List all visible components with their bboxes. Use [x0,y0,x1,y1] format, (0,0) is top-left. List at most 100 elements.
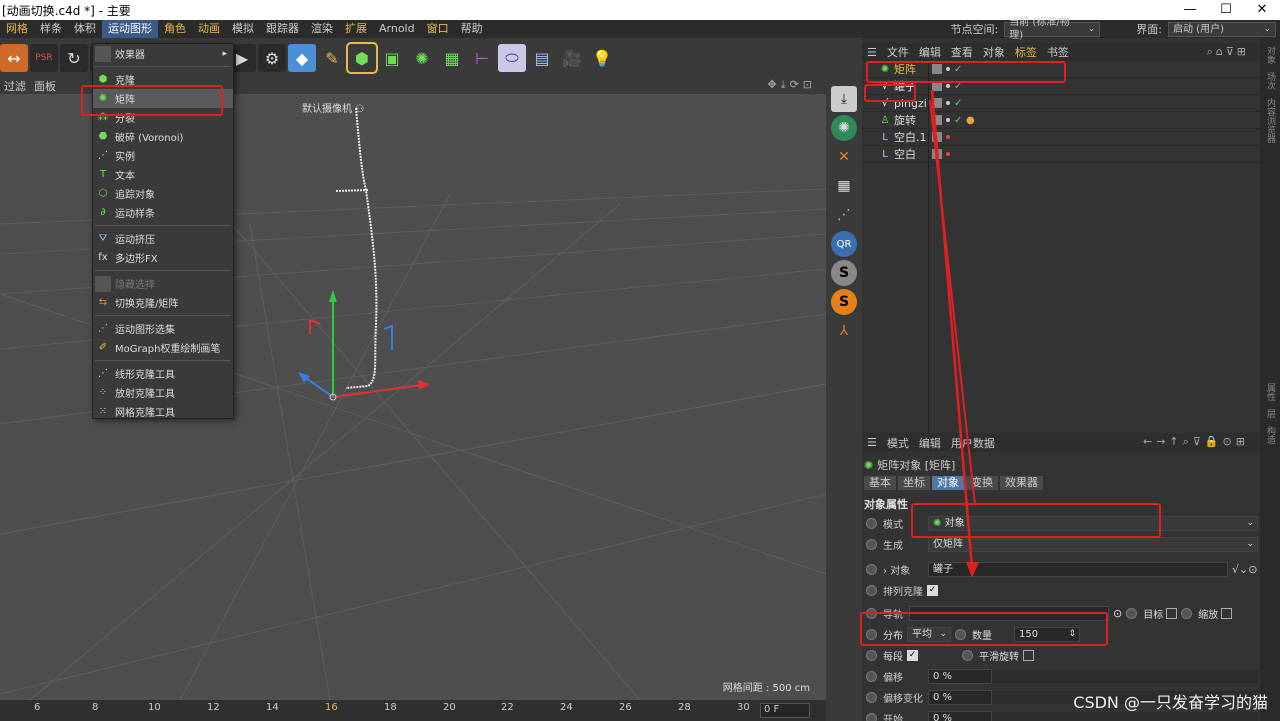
deformer-icon[interactable]: ⊢ [468,44,496,72]
menu-item-instance[interactable]: ⋰ 实例 [93,146,233,165]
tab-transform[interactable]: 变换 [966,476,998,490]
tab-coord[interactable]: 坐标 [898,476,930,490]
menu-item-voronoi[interactable]: ⬣ 破碎 (Voronoi) [93,127,233,146]
side-tab-takes[interactable]: 场次 [1264,72,1277,90]
side-tab-content[interactable]: 内容浏览器 [1264,98,1277,143]
menu-mesh[interactable]: 网格 [0,20,34,38]
cubes-icon[interactable]: ▦ [438,44,466,72]
scale-checkbox[interactable] [1221,608,1233,619]
view-panel-menu[interactable]: 面板 [30,78,60,94]
menu-render[interactable]: 渲染 [305,20,339,38]
snap-icon[interactable]: ⋰ [831,202,857,228]
object-link-field[interactable]: 罐子 [928,562,1228,577]
extrude-icon[interactable]: ▣ [378,44,406,72]
object-row-pingzi[interactable]: √ pingzi ✓ [862,95,1260,112]
anim-toggle[interactable] [866,564,877,575]
anim-toggle[interactable] [1126,608,1138,619]
anim-toggle[interactable] [866,692,877,703]
tab-basic[interactable]: 基本 [864,476,896,490]
segment-checkbox[interactable]: ✓ [907,650,918,661]
anim-toggle[interactable] [866,518,877,529]
download-icon[interactable]: ⤓ [831,86,857,112]
menu-item-radial-clone[interactable]: ⁘ 放射克隆工具 [93,383,233,402]
offvar-input[interactable]: 0 % [928,690,992,705]
current-frame-field[interactable]: 0 F [760,703,810,718]
offset-input[interactable]: 0 % [928,669,992,684]
cube-icon[interactable]: ◆ [288,44,316,72]
object-row-null1[interactable]: L 空白.1 [862,129,1260,146]
menu-extensions[interactable]: 扩展 [339,20,373,38]
pen-icon[interactable]: ✎ [318,44,346,72]
at-nav-icons[interactable]: ←→↑⌕⊽🔒⊙⊞ [1138,435,1254,449]
at-menu-userdata[interactable]: 用户数据 [946,435,1000,451]
anim-toggle[interactable] [866,650,877,661]
menu-item-mo-extrude[interactable]: ⛛ 运动挤压 [93,229,233,248]
node-space-dropdown[interactable]: 当前 (标准/物理) ⌄ [1004,17,1101,41]
menu-item-text[interactable]: T 文本 [93,165,233,184]
smooth-checkbox[interactable] [1023,650,1034,661]
timeline[interactable]: 6 8 10 12 14 16 18 20 22 24 26 28 30 0 F [0,700,826,721]
om-menu-object[interactable]: 对象 [978,44,1010,60]
om-menu-tags[interactable]: 标签 [1010,44,1042,60]
camera-icon[interactable]: 🎥 [558,44,586,72]
menu-item-linear-clone[interactable]: ⋰ 线形克隆工具 [93,364,233,383]
menu-item-effector[interactable]: 效果器 ▸ [93,44,233,63]
s-plugin-icon[interactable]: S [831,260,857,286]
floor-icon[interactable]: ▤ [528,44,556,72]
field-icon[interactable]: ⬭ [498,44,526,72]
generate-dropdown[interactable]: 仅矩阵 ⌄ [928,537,1258,552]
menu-animate[interactable]: 动画 [192,20,226,38]
menu-item-mograph-selection[interactable]: ⋰ 运动图形选集 [93,319,233,338]
menu-help[interactable]: 帮助 [455,20,489,38]
target-checkbox[interactable] [1166,608,1178,619]
close-button[interactable]: ✕ [1244,0,1280,20]
menu-tracker[interactable]: 跟踪器 [260,20,305,38]
tab-object[interactable]: 对象 [932,476,964,490]
menu-item-toggle-clone[interactable]: ⇆ 切换克隆/矩阵 [93,293,233,312]
anim-toggle[interactable] [866,539,877,550]
anim-toggle[interactable] [866,713,877,721]
object-flags[interactable] [932,132,950,142]
menu-item-grid-clone[interactable]: ⁙ 网格克隆工具 [93,402,233,421]
move-tool-icon[interactable]: ↔ [0,44,28,72]
link-tool-icons[interactable]: √⌄⊙ [1232,563,1257,576]
anim-toggle[interactable] [1181,608,1193,619]
material-tag-icon[interactable]: ● [966,115,975,126]
align-checkbox[interactable]: ✓ [927,585,938,596]
menu-item-tracer[interactable]: ⬡ 追踪对象 [93,184,233,203]
menu-item-polyfx[interactable]: fx 多边形FX [93,248,233,267]
cloner-icon[interactable]: ⬢ [346,42,378,74]
qr-icon[interactable]: QR [831,231,857,257]
axis-icon[interactable]: ⅄ [831,318,857,344]
reset-icon[interactable]: ↻ [60,44,88,72]
object-flags[interactable] [932,149,950,159]
anim-toggle[interactable] [962,650,973,661]
at-menu-mode[interactable]: 模式 [882,435,914,451]
side-tab-layers[interactable]: 层 [1264,409,1277,418]
object-flags[interactable]: ✓ [932,98,962,109]
grid-mode-icon[interactable]: ▦ [831,173,857,199]
om-menu-view[interactable]: 查看 [946,44,978,60]
view-nav-icons[interactable]: ✥⤓⟳⊡ [763,78,820,92]
om-menu-file[interactable]: 文件 [882,44,914,60]
at-menu-edit[interactable]: 编辑 [914,435,946,451]
view-filter-menu[interactable]: 过滤 [0,78,30,94]
om-tool-icons[interactable]: ⌕⌂⊽⊞ [1202,45,1254,59]
menu-window[interactable]: 窗口 [421,20,455,38]
menu-mograph[interactable]: 运动图形 [102,20,158,38]
s-orange-icon[interactable]: S [831,289,857,315]
om-menu-bookmarks[interactable]: 书签 [1042,44,1074,60]
side-tab-objects[interactable]: 对象 [1264,46,1277,64]
light-icon[interactable]: 💡 [588,44,616,72]
object-row-null[interactable]: L 空白 [862,146,1260,163]
offset-slider[interactable] [992,670,1258,683]
menu-arnold[interactable]: Arnold [373,20,421,38]
menu-spline[interactable]: 样条 [34,20,68,38]
side-tab-structure[interactable]: 构造 [1264,426,1277,444]
menu-simulate[interactable]: 模拟 [226,20,260,38]
hamburger-icon[interactable]: ☰ [862,436,882,449]
menu-volume[interactable]: 体积 [68,20,102,38]
om-menu-edit[interactable]: 编辑 [914,44,946,60]
menu-item-motion-spline[interactable]: ∂ 运动样条 [93,203,233,222]
pick-icon[interactable]: ⊙ [1113,607,1122,620]
